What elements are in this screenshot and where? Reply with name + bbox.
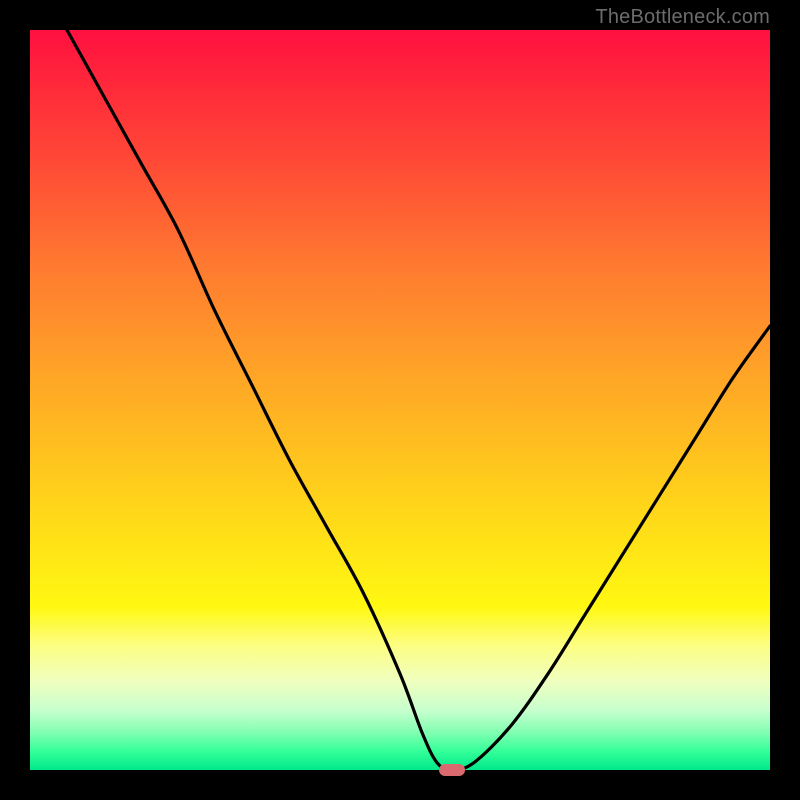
watermark-text: TheBottleneck.com	[595, 6, 770, 29]
plot-area	[30, 30, 770, 770]
chart-frame: TheBottleneck.com	[0, 0, 800, 800]
optimal-marker	[439, 764, 465, 776]
bottleneck-curve	[30, 30, 770, 770]
